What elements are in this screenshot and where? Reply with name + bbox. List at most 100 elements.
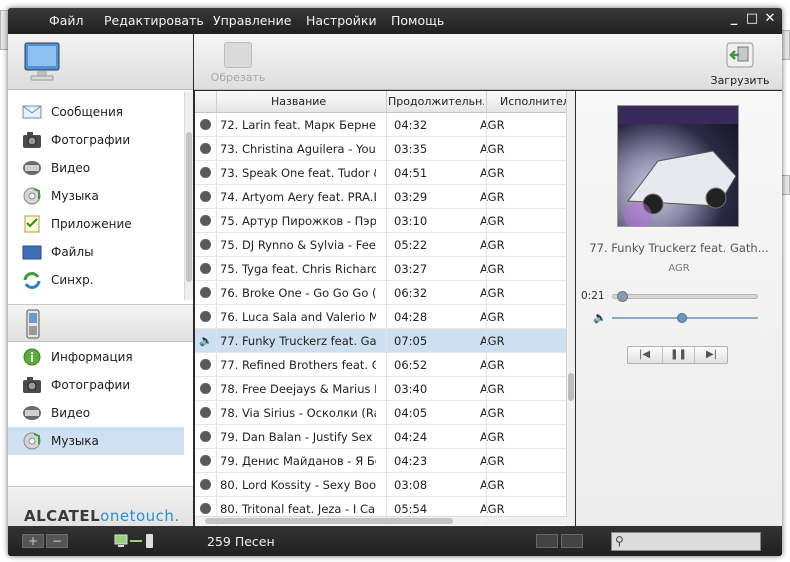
sidebar: Сообщения Фотографии Видео Музыка Прилож… <box>8 34 193 550</box>
table-row[interactable]: 79. Денис Майданов - Я Бе... 04:23 AGR <box>195 449 566 473</box>
now-playing-artist: AGR <box>668 263 690 274</box>
cell-artist: AGR <box>480 502 505 516</box>
sidebar-item-photos[interactable]: Фотографии <box>8 126 184 154</box>
cell-duration: 03:10 <box>394 214 428 228</box>
cell-duration: 04:28 <box>394 310 428 324</box>
table-row[interactable]: 78. Via Sirius - Осколки (Rad... 04:05 AGR <box>195 401 566 425</box>
cell-title: 76. Luca Sala and Valerio M -... <box>220 310 376 324</box>
scrollbar-thumb[interactable] <box>186 132 192 282</box>
cell-artist: AGR <box>480 430 505 444</box>
status-icon <box>200 239 211 250</box>
music-disc-icon <box>23 187 41 205</box>
menu-help[interactable]: Помощь <box>391 13 444 28</box>
sidebar-item-phone-photos[interactable]: Фотографии <box>8 371 184 399</box>
table-row[interactable]: 73. Speak One feat. Tudor & ... 04:51 AGR <box>195 161 566 185</box>
sidebar-item-phone-music[interactable]: Музыка <box>8 427 184 455</box>
next-track-icon[interactable]: ▶| <box>695 347 728 363</box>
table-row[interactable]: 76. Luca Sala and Valerio M -... 04:28 AGR <box>195 305 566 329</box>
film-icon <box>23 161 41 175</box>
now-playing-title: 77. Funky Truckerz feat. Gath... <box>589 241 769 255</box>
status-icon <box>200 311 211 322</box>
cell-title: 78. Via Sirius - Осколки (Rad... <box>220 406 376 420</box>
volume-knob[interactable] <box>677 313 687 323</box>
menu-manage[interactable]: Управление <box>213 13 291 28</box>
column-line <box>486 113 487 526</box>
cell-artist: AGR <box>480 214 505 228</box>
cell-duration: 04:23 <box>394 454 428 468</box>
sidebar-item-apps[interactable]: Приложение <box>8 210 184 238</box>
column-header-duration[interactable]: Продолжительн... <box>388 95 484 108</box>
scrollbar-thumb[interactable] <box>205 518 453 524</box>
scrollbar-thumb[interactable] <box>568 373 574 401</box>
cell-duration: 03:27 <box>394 262 428 276</box>
table-row[interactable]: 74. Artyom Aery feat. PRA.DA... 03:29 AGR <box>195 185 566 209</box>
pause-icon[interactable]: ❚❚ <box>662 347 695 363</box>
sidebar-item-files[interactable]: Файлы <box>8 238 184 266</box>
sidebar-item-music[interactable]: Музыка <box>8 182 184 210</box>
sidebar-item-messages[interactable]: Сообщения <box>8 98 184 126</box>
menu-file[interactable]: Файл <box>49 13 84 28</box>
table-vertical-scrollbar[interactable] <box>566 91 575 526</box>
remove-button[interactable]: − <box>46 534 68 548</box>
sidebar-item-phone-info[interactable]: Информация <box>8 343 184 371</box>
sidebar-scrollbar[interactable] <box>184 92 193 300</box>
search-input[interactable]: ⚲ <box>611 532 761 551</box>
camera-icon <box>23 377 41 393</box>
table-horizontal-scrollbar[interactable] <box>195 516 567 525</box>
load-icon <box>726 42 754 68</box>
status-icon <box>200 359 211 370</box>
maximize-icon[interactable]: □ <box>744 11 760 27</box>
logo-part-onetouch: onetouch. <box>100 507 180 525</box>
add-button[interactable]: + <box>22 534 44 548</box>
folder-icon <box>22 245 42 260</box>
volume-slider[interactable] <box>612 313 758 323</box>
table-row[interactable]: 75. DJ Rynno & Sylvia - Feel I... 05:22 AG… <box>195 233 566 257</box>
column-header-title[interactable]: Название <box>271 95 326 108</box>
cell-artist: AGR <box>480 238 505 252</box>
list-view-icon[interactable] <box>536 534 558 548</box>
computer-device-header[interactable] <box>8 34 193 90</box>
status-icon <box>200 167 211 178</box>
status-icon <box>200 455 211 466</box>
table-row[interactable]: 🔈 77. Funky Truckerz feat. Gath... 07:05 AG… <box>195 329 566 353</box>
table-row[interactable]: 80. Lord Kossity - Sexy Boom ... 03:08 AGR <box>195 473 566 497</box>
menu-bar: Файл Редактировать Управление Настройки … <box>8 8 782 34</box>
table-row[interactable]: 75. Артур Пирожков - Пэрэ... 03:10 AGR <box>195 209 566 233</box>
sidebar-item-video[interactable]: Видео <box>8 154 184 182</box>
grid-view-icon[interactable] <box>561 534 583 548</box>
table-row[interactable]: 73. Christina Aguilera - You L... 03:35 AG… <box>195 137 566 161</box>
table-row[interactable]: 76. Broke One - Go Go Go (... 06:32 AGR <box>195 281 566 305</box>
close-icon[interactable]: ✕ <box>762 11 778 27</box>
phone-device-header[interactable] <box>8 304 193 342</box>
cell-artist: AGR <box>480 334 505 348</box>
sidebar-item-phone-video[interactable]: Видео <box>8 399 184 427</box>
progress-knob[interactable] <box>617 291 628 302</box>
column-line <box>386 113 387 526</box>
playing-speaker-icon: 🔈 <box>199 334 213 347</box>
envelope-icon <box>22 105 42 119</box>
table-row[interactable]: 77. Refined Brothers feat. Ch... 06:52 AGR <box>195 353 566 377</box>
table-row[interactable]: 72. Larin feat. Марк Бернес - ... 04:32 AG… <box>195 113 566 137</box>
table-row[interactable]: 78. Free Deejays & Marius Mi... 03:40 AGR <box>195 377 566 401</box>
menu-edit[interactable]: Редактировать <box>104 13 204 28</box>
table-row[interactable]: 79. Dan Balan - Justify Sex (D... 04:24 AG… <box>195 425 566 449</box>
cell-title: 77. Funky Truckerz feat. Gath... <box>220 334 376 348</box>
table-row[interactable]: 75. Tyga feat. Chris Richards... 03:27 AGR <box>195 257 566 281</box>
status-icon <box>200 383 211 394</box>
trim-button[interactable]: Обрезать <box>208 42 268 88</box>
progress-slider[interactable] <box>612 291 758 302</box>
checklist-icon <box>24 215 40 233</box>
sidebar-item-label: Фотографии <box>51 133 131 147</box>
load-button[interactable]: Загрузить <box>710 42 770 88</box>
menu-settings[interactable]: Настройки <box>306 13 377 28</box>
column-line <box>216 113 217 526</box>
volume-icon[interactable]: 🔈 <box>593 311 607 324</box>
previous-track-icon[interactable]: |◀ <box>628 347 661 363</box>
sidebar-item-sync[interactable]: Синхр. <box>8 266 184 294</box>
minimize-icon[interactable]: _ <box>726 11 742 27</box>
cell-title: 73. Christina Aguilera - You L... <box>220 142 376 156</box>
cell-title: 74. Artyom Aery feat. PRA.DA... <box>220 190 376 204</box>
monitor-icon <box>24 42 60 81</box>
column-header-artist[interactable]: Исполнитель <box>500 95 566 108</box>
cell-artist: AGR <box>480 166 505 180</box>
